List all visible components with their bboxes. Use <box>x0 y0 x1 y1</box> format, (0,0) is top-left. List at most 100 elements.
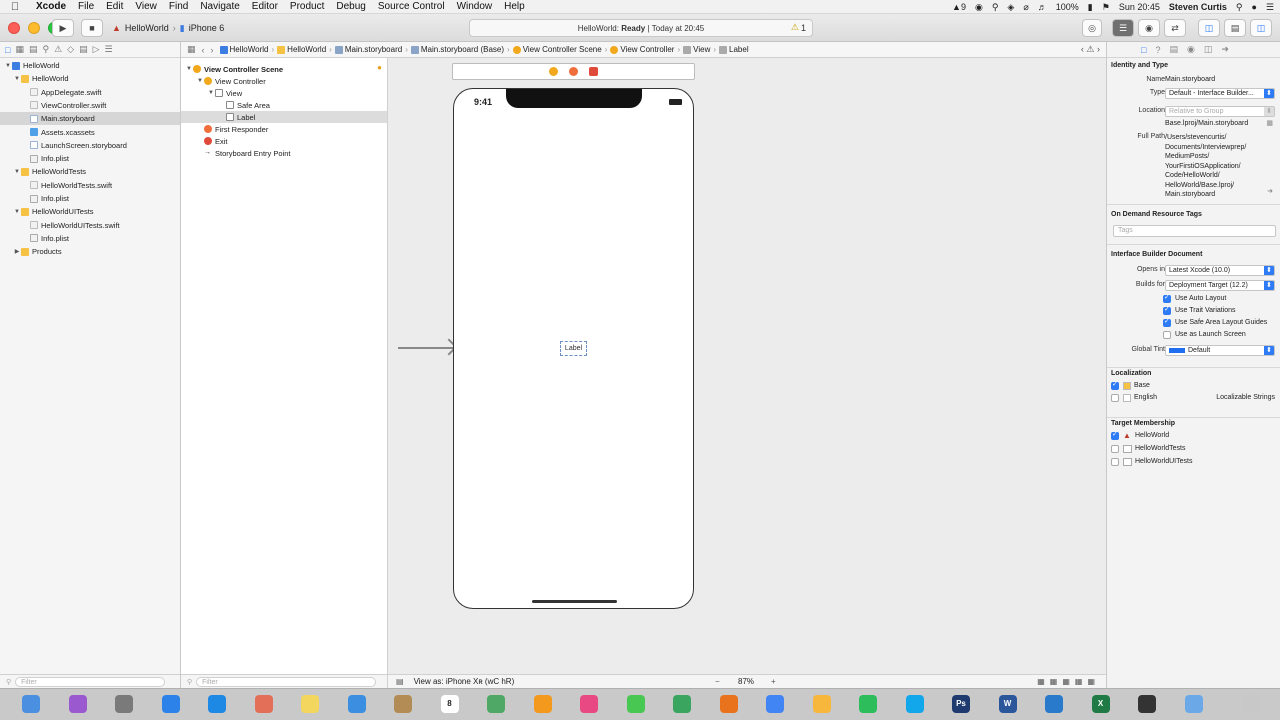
breadcrumb-item[interactable]: View Controller <box>610 45 674 54</box>
reveal-in-finder-icon[interactable]: ➜ <box>1267 187 1273 195</box>
vlc-icon[interactable] <box>533 695 552 713</box>
zoom-in-button[interactable]: + <box>771 677 776 686</box>
back-arrow-icon[interactable]: ‹ <box>202 45 205 55</box>
file-tree-row[interactable]: ▼ HelloWorldUITests <box>0 205 180 218</box>
key-icon[interactable]: ⚲ <box>992 2 999 13</box>
warning-indicator[interactable]: ⚠ 1 <box>791 22 806 33</box>
localization-checkbox[interactable] <box>1111 380 1119 390</box>
disclosure-triangle-icon[interactable]: ▼ <box>4 63 12 69</box>
menu-window[interactable]: Window <box>451 1 499 12</box>
view-controller-icon[interactable] <box>549 67 558 76</box>
localization-type-popup[interactable]: Localizable Strings <box>1216 394 1275 401</box>
vscode-icon[interactable] <box>1045 695 1063 713</box>
debug-tab-icon[interactable]: ▤ <box>79 44 88 55</box>
maps-pin-icon[interactable]: ◉ <box>975 2 983 13</box>
type-popup[interactable]: Default - Interface Builder... <box>1165 88 1275 99</box>
outline-row[interactable]: First Responder <box>181 123 387 135</box>
selected-label[interactable]: Label <box>560 341 587 356</box>
outline-row[interactable]: → Storyboard Entry Point <box>181 147 387 159</box>
attributes-tab-icon[interactable]: ◉ <box>1187 44 1195 55</box>
disclosure-triangle-icon[interactable]: ▼ <box>13 169 21 175</box>
menu-view[interactable]: View <box>129 1 163 12</box>
file-tree-row[interactable]: HelloWorldUITests.swift <box>0 219 180 232</box>
contacts-icon[interactable] <box>394 695 412 713</box>
breadcrumb-item[interactable]: Main.storyboard <box>334 45 402 54</box>
menu-navigate[interactable]: Navigate <box>194 1 245 12</box>
safari-icon[interactable] <box>161 695 180 713</box>
spotlight-icon[interactable]: ⚲ <box>1236 2 1243 13</box>
ib-option-checkbox[interactable] <box>1163 305 1171 315</box>
terminal-icon[interactable] <box>1138 695 1156 713</box>
size-tab-icon[interactable]: ◫ <box>1204 44 1213 55</box>
calendar-icon[interactable]: 8 <box>440 695 459 713</box>
disclosure-triangle-icon[interactable]: ▶ <box>13 248 21 255</box>
toggle-navigator-button[interactable]: ◫ <box>1198 19 1220 37</box>
layout-controls[interactable]: ▦▦▦▦▦ <box>1037 677 1100 686</box>
outline-row[interactable]: ▼ View Controller Scene <box>181 63 387 75</box>
storyboard-entry-arrow[interactable] <box>398 347 453 349</box>
file-tree-row[interactable]: HelloWorldTests.swift <box>0 179 180 192</box>
outline-row[interactable]: ▼ View <box>181 87 387 99</box>
library-button[interactable]: ◎ <box>1082 19 1102 37</box>
minimize-window-button[interactable] <box>28 22 40 34</box>
wifi-icon[interactable]: ⌀ <box>1023 2 1028 13</box>
disclosure-triangle-icon[interactable]: ▼ <box>196 78 204 84</box>
iphone-xr-frame[interactable]: 9:41 Label <box>453 88 694 609</box>
ib-option-checkbox[interactable] <box>1163 331 1171 339</box>
version-editor-button[interactable]: ⇄ <box>1164 19 1186 37</box>
menu-debug[interactable]: Debug <box>330 1 371 12</box>
excel-icon[interactable]: X <box>1091 695 1110 713</box>
first-responder-icon[interactable] <box>569 67 578 76</box>
breadcrumb-item[interactable]: View <box>683 45 710 54</box>
breadcrumb-item[interactable]: Main.storyboard (Base) <box>410 45 504 54</box>
menu-source-control[interactable]: Source Control <box>372 1 451 12</box>
menu-file[interactable]: File <box>72 1 100 12</box>
file-inspector-tab-icon[interactable]: □ <box>1141 45 1146 55</box>
launchpad-icon[interactable] <box>115 695 133 713</box>
user-name[interactable]: Steven Curtis <box>1169 2 1227 12</box>
facetime-icon[interactable] <box>673 695 691 713</box>
view-as-button[interactable]: View as: iPhone Xʀ (wC hR) <box>414 677 515 686</box>
location-popup[interactable]: Relative to Group <box>1165 106 1275 117</box>
menu-edit[interactable]: Edit <box>100 1 129 12</box>
spotify-icon[interactable] <box>859 695 877 713</box>
volume-icon[interactable]: ♬ <box>1038 2 1047 12</box>
identity-tab-icon[interactable]: ▤ <box>1169 44 1178 55</box>
trash-icon[interactable] <box>1242 695 1260 713</box>
file-tree-row[interactable]: Info.plist <box>0 192 180 205</box>
target-checkbox[interactable] <box>1111 458 1119 466</box>
sketch-icon[interactable] <box>812 695 831 713</box>
toggle-debug-area-button[interactable]: ▤ <box>1224 19 1246 37</box>
ib-option-checkbox[interactable] <box>1163 317 1171 327</box>
menu-xcode[interactable]: Xcode <box>30 1 72 12</box>
skype-icon[interactable] <box>905 695 924 713</box>
folder-icon[interactable] <box>1184 695 1203 713</box>
builds-for-popup[interactable]: Deployment Target (12.2) <box>1165 280 1275 291</box>
run-button[interactable]: ▶ <box>52 19 74 37</box>
outline-row[interactable]: Exit <box>181 135 387 147</box>
battery-percent[interactable]: 100% <box>1056 2 1079 12</box>
disclosure-triangle-icon[interactable]: ▼ <box>207 90 215 96</box>
outline-row[interactable]: Safe Area <box>181 99 387 111</box>
outline-row[interactable]: ▼ View Controller <box>181 75 387 87</box>
itunes-icon[interactable] <box>580 695 598 713</box>
localization-checkbox[interactable] <box>1111 394 1119 402</box>
file-tree-row[interactable]: Info.plist <box>0 152 180 165</box>
outline-row[interactable]: Label <box>181 111 387 123</box>
menu-find[interactable]: Find <box>163 1 194 12</box>
assistant-editor-button[interactable]: ◉ <box>1138 19 1160 37</box>
standard-editor-button[interactable]: ☰ <box>1112 19 1134 37</box>
file-tree-row[interactable]: ViewController.swift <box>0 99 180 112</box>
file-tree-row[interactable]: AppDelegate.swift <box>0 86 180 99</box>
opens-in-popup[interactable]: Latest Xcode (10.0) <box>1165 265 1275 276</box>
xcode-icon[interactable] <box>347 695 366 713</box>
disclosure-triangle-icon[interactable]: ▼ <box>185 66 193 72</box>
issue-tab-icon[interactable]: ⚠ <box>54 44 62 55</box>
toggle-inspector-button[interactable]: ◫ <box>1250 19 1272 37</box>
target-checkbox[interactable] <box>1111 445 1119 453</box>
disclosure-triangle-icon[interactable]: ▼ <box>13 209 21 215</box>
flag-icon[interactable]: ⚑ <box>1102 2 1110 13</box>
breakpoint-tab-icon[interactable]: ▷ <box>93 44 100 55</box>
navigator-filter-input[interactable]: Filter <box>15 676 166 687</box>
appstore-icon[interactable] <box>208 695 226 713</box>
